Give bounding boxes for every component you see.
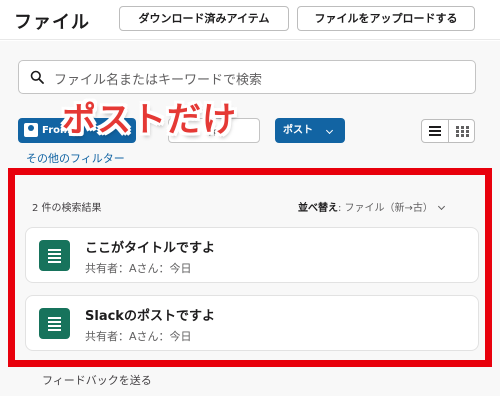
post-file-icon [39,308,70,339]
annotation-text: ポストだけ [62,100,237,140]
sort-dropdown[interactable]: 並べ替え: ファイル（新→古） [298,199,445,214]
person-icon [24,123,38,137]
highlight-box: 2 件の検索結果 並べ替え: ファイル（新→古） ここがタイトルですよ 共有者：… [8,168,492,367]
grid-view-icon[interactable] [449,120,474,142]
file-list-item[interactable]: Slackのポストですよ 共有者：Aさん：今日 [25,295,479,351]
file-name: Slackのポストですよ [85,309,215,324]
search-placeholder: ファイル名またはキーワードで検索 [54,73,263,88]
upload-file-button[interactable]: ファイルをアップロードする [297,6,475,31]
sort-value: : ファイル（新→古） [338,203,433,214]
file-list-item[interactable]: ここがタイトルですよ 共有者：Aさん：今日 [25,227,479,283]
downloaded-items-button[interactable]: ダウンロード済みアイテム [119,6,289,31]
other-filters-link[interactable]: その他のフィルター [26,150,125,166]
chevron-down-icon [325,126,334,135]
sort-prefix: 並べ替え [298,203,338,214]
file-name: ここがタイトルですよ [85,241,216,256]
result-count: 2 件の検索結果 [32,203,102,214]
file-meta: 共有者：Aさん：今日 [85,330,192,343]
chevron-down-icon [437,202,445,211]
view-toggle [421,119,475,143]
search-input[interactable]: ファイル名またはキーワードで検索 [18,60,476,94]
feedback-link[interactable]: フィードバックを送る [42,372,152,388]
page-header: ファイル ダウンロード済みアイテム ファイルをアップロードする [0,0,500,40]
page-title: ファイル [14,12,90,33]
search-icon [30,70,44,84]
post-filter-button[interactable]: ポスト [275,118,345,143]
post-filter-label: ポスト [283,125,313,136]
file-meta: 共有者：Aさん：今日 [85,262,192,275]
list-view-icon[interactable] [422,120,449,142]
post-file-icon [39,240,70,271]
